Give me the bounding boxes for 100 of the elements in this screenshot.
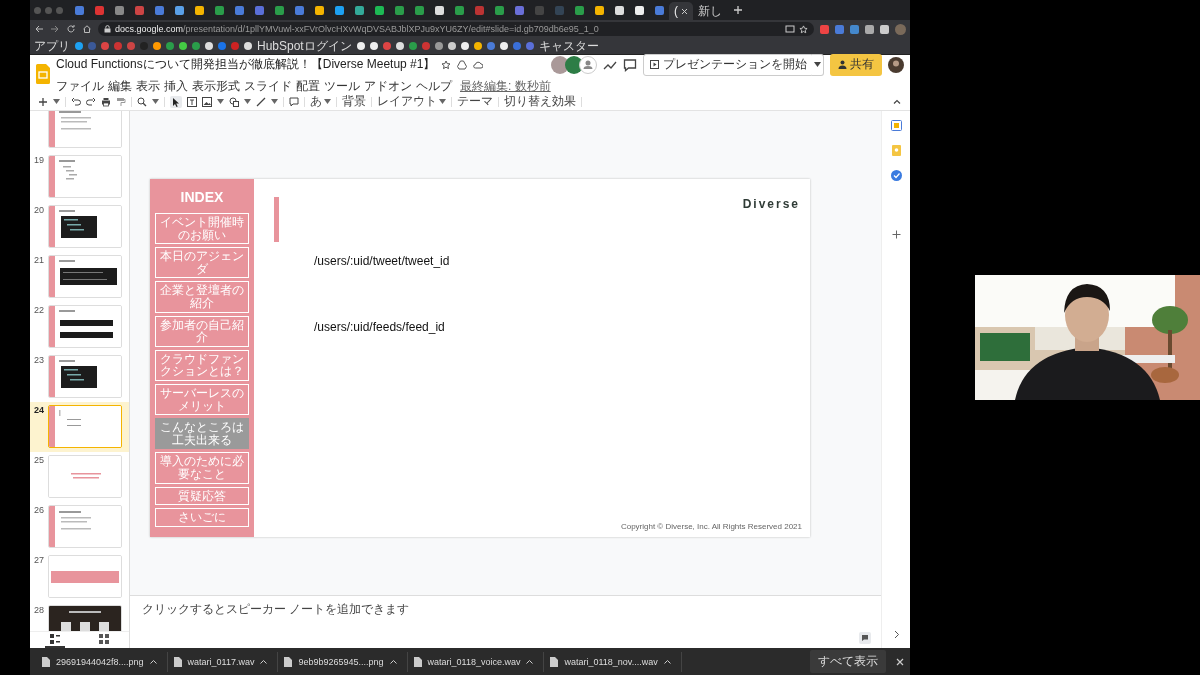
index-item: 導入のために必要なこと bbox=[155, 452, 249, 484]
home-icon[interactable] bbox=[82, 24, 92, 34]
caret-icon bbox=[244, 99, 251, 104]
menu-item[interactable]: 表示形式 bbox=[192, 77, 240, 95]
add-icon[interactable] bbox=[38, 96, 48, 107]
slide-thumbnail[interactable] bbox=[48, 355, 122, 398]
lock-icon bbox=[104, 25, 111, 33]
users-icon[interactable] bbox=[579, 55, 597, 74]
comment-icon[interactable] bbox=[623, 57, 637, 72]
file-icon bbox=[173, 656, 182, 667]
redo-icon[interactable] bbox=[86, 96, 96, 107]
print-icon[interactable] bbox=[101, 96, 111, 107]
slide-thumbnail[interactable] bbox=[48, 205, 122, 248]
slide-thumbnail[interactable] bbox=[48, 455, 122, 498]
slide-number: 19 bbox=[33, 155, 45, 165]
calendar-icon[interactable] bbox=[890, 120, 902, 131]
cloud-icon[interactable] bbox=[473, 59, 484, 70]
menu-item[interactable]: 挿入 bbox=[164, 77, 188, 95]
bookmark-link[interactable]: アプリ bbox=[34, 40, 70, 52]
add-comment-icon[interactable] bbox=[859, 632, 871, 644]
zoom-icon[interactable] bbox=[137, 96, 147, 107]
caret-icon bbox=[53, 99, 60, 104]
document-title[interactable]: Cloud Functionsについて開発担当が徹底解説！【Diverse Meetup #1】 bbox=[56, 56, 436, 73]
file-name: watari_0118_voice.wav bbox=[427, 656, 521, 667]
new-tab-icon[interactable] bbox=[731, 3, 745, 17]
present-dropdown[interactable] bbox=[812, 53, 824, 76]
menu-item[interactable]: ツール bbox=[324, 77, 360, 95]
slide-number: 25 bbox=[33, 455, 45, 465]
index-item: 企業と登壇者の紹介 bbox=[155, 281, 249, 313]
shape-icon[interactable] bbox=[229, 96, 239, 107]
back-icon[interactable] bbox=[34, 24, 44, 34]
tasks-icon[interactable] bbox=[890, 170, 902, 181]
menu-item[interactable]: アドオン bbox=[364, 77, 412, 95]
index-item: 本日のアジェンダ bbox=[155, 247, 249, 279]
drive-icon[interactable] bbox=[457, 59, 468, 70]
accent-bar bbox=[274, 197, 279, 242]
slide-number: 28 bbox=[33, 605, 45, 615]
index-item: こんなところは工夫出来る bbox=[155, 418, 249, 450]
share-button[interactable]: 共有 bbox=[830, 53, 882, 76]
present-button[interactable]: プレゼンテーションを開始 bbox=[643, 53, 814, 76]
bookmark-link[interactable]: HubSpotログイン bbox=[257, 40, 352, 52]
cast-icon[interactable] bbox=[785, 25, 795, 33]
slide-thumbnail[interactable] bbox=[48, 111, 122, 148]
input-tools-button[interactable]: あ bbox=[310, 93, 331, 110]
image-icon[interactable] bbox=[202, 96, 212, 107]
slide-number: 27 bbox=[33, 555, 45, 565]
paint-format-icon[interactable] bbox=[116, 96, 126, 107]
slide-number: 21 bbox=[33, 255, 45, 265]
file-icon bbox=[413, 656, 422, 667]
file-name: watari_0117.wav bbox=[187, 656, 255, 667]
caret-icon[interactable] bbox=[663, 659, 671, 664]
close-icon[interactable] bbox=[896, 657, 904, 666]
caret-icon[interactable] bbox=[149, 659, 157, 664]
slide-thumbnail[interactable] bbox=[48, 305, 122, 348]
menu-item[interactable]: ファイル bbox=[56, 77, 104, 95]
menu-item[interactable]: 配置 bbox=[296, 77, 320, 95]
caret-icon bbox=[439, 99, 446, 104]
toolbar-button[interactable]: 切り替え効果 bbox=[504, 93, 576, 110]
menu-item[interactable]: 表示 bbox=[136, 77, 160, 95]
path-text: /users/:uid/tweet/tweet_id bbox=[314, 254, 451, 268]
caret-icon[interactable] bbox=[389, 659, 397, 664]
index-item: 参加者の自己紹介 bbox=[155, 315, 249, 347]
text-box-icon[interactable] bbox=[187, 96, 197, 107]
slide-thumbnail[interactable] bbox=[48, 155, 122, 198]
show-all-button[interactable]: すべて表示 bbox=[810, 650, 886, 673]
forward-icon[interactable] bbox=[50, 24, 60, 34]
menu-item[interactable]: 編集 bbox=[108, 77, 132, 95]
caret-icon[interactable] bbox=[260, 659, 268, 664]
caret-icon[interactable] bbox=[526, 659, 534, 664]
bookmark-link[interactable]: キャスター bbox=[538, 40, 599, 52]
slide-thumbnail[interactable] bbox=[48, 555, 122, 598]
index-item: イベント開催時のお願い bbox=[155, 213, 249, 245]
comment-icon[interactable] bbox=[289, 96, 299, 107]
menu-item[interactable]: スライド bbox=[244, 77, 292, 95]
select-tool[interactable] bbox=[170, 95, 182, 108]
toolbar-button[interactable]: テーマ bbox=[457, 93, 493, 110]
close-icon[interactable] bbox=[681, 7, 688, 15]
caret-icon bbox=[271, 99, 278, 104]
browser-tab[interactable]: 新し bbox=[693, 2, 727, 20]
slide-thumbnail[interactable] bbox=[48, 405, 122, 448]
address-bar[interactable]: docs.google.com/presentation/d/1pllYMVuwl-xxFVrOlvcHXvWqDVSABJblXPJu9xYU6ZY/edit#slide=id.gb709db6e95_1_0 bbox=[98, 22, 814, 36]
reload-icon[interactable] bbox=[66, 24, 76, 34]
caret-icon bbox=[814, 62, 821, 67]
toolbar-button[interactable]: レイアウト bbox=[377, 93, 446, 110]
line-icon[interactable] bbox=[256, 96, 266, 107]
index-item: さいごに bbox=[155, 508, 249, 527]
menu-item[interactable]: ヘルプ bbox=[416, 77, 452, 95]
slide-number: 23 bbox=[33, 355, 45, 365]
undo-icon[interactable] bbox=[71, 96, 81, 107]
toolbar-button[interactable]: 背景 bbox=[342, 93, 366, 110]
avatar-icon[interactable] bbox=[888, 56, 904, 73]
last-edit-link[interactable]: 最終編集: 数秒前 bbox=[460, 77, 551, 95]
file-name: 29691944042f8....png bbox=[56, 656, 144, 667]
file-icon bbox=[550, 656, 559, 667]
index-title: INDEX bbox=[180, 189, 224, 205]
slide-thumbnail[interactable] bbox=[48, 255, 122, 298]
star-icon[interactable] bbox=[441, 59, 452, 70]
add-icon[interactable] bbox=[890, 229, 902, 240]
browser-tab[interactable]: ( bbox=[669, 2, 693, 20]
slide-thumbnail[interactable] bbox=[48, 505, 122, 548]
